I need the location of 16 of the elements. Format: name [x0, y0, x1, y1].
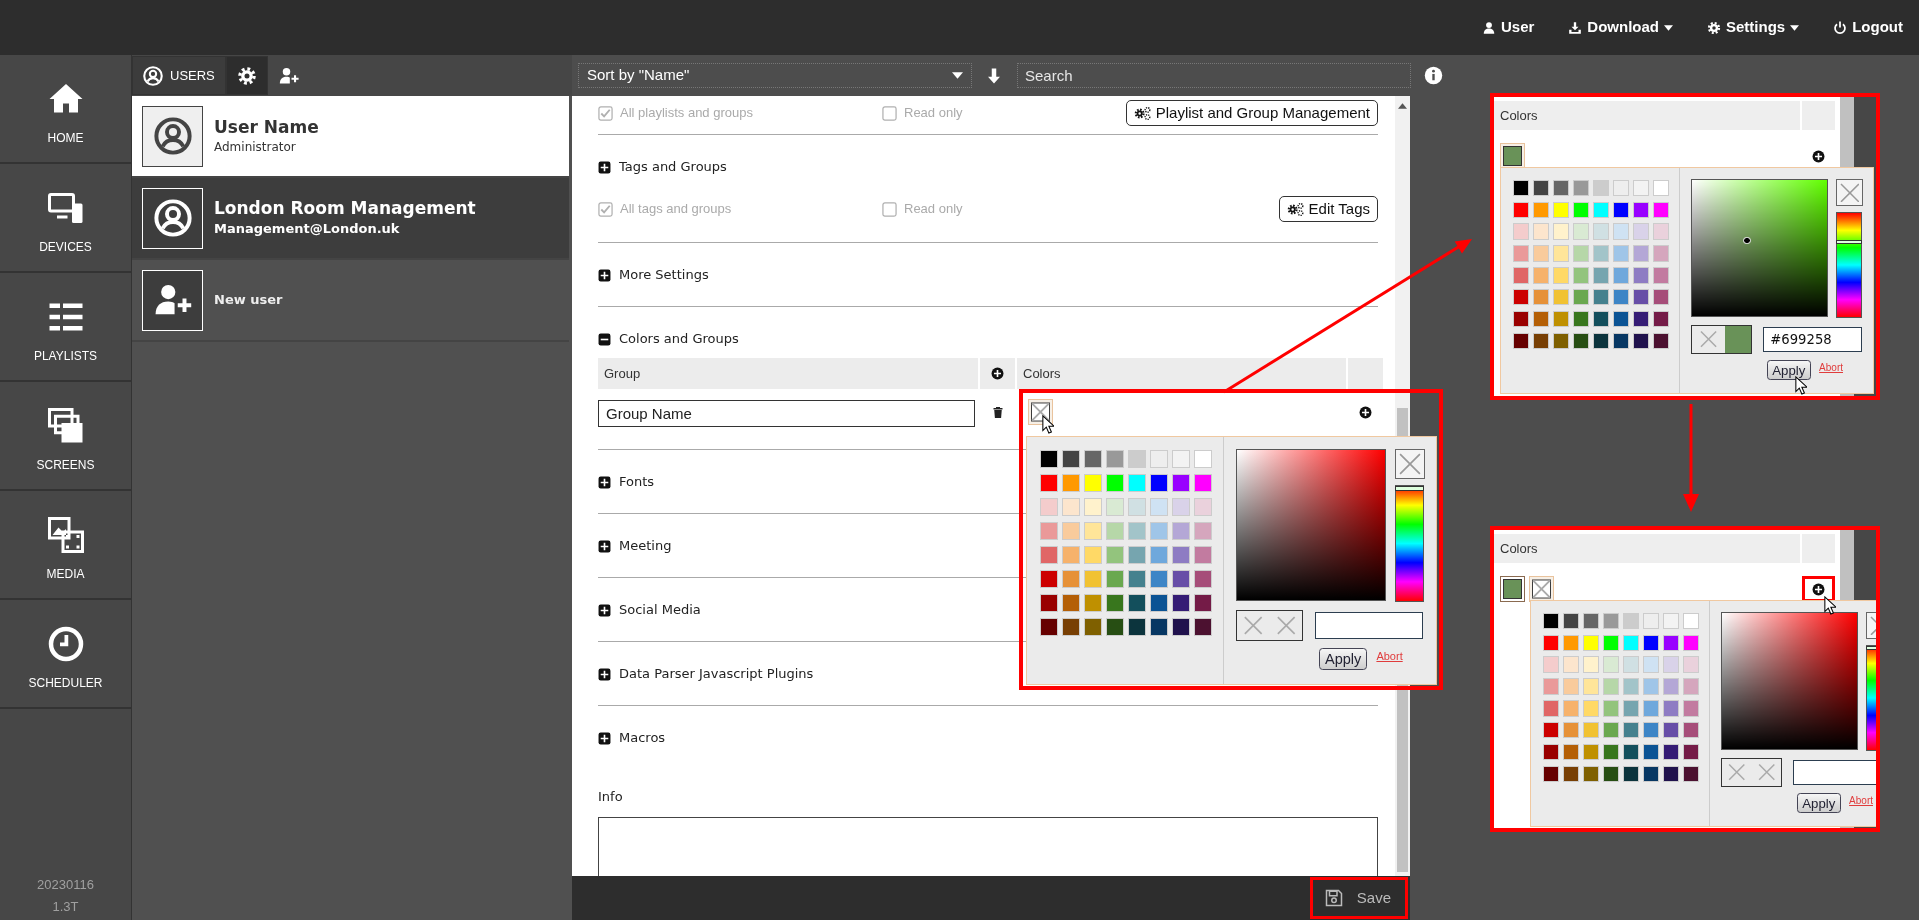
version-text: 20230116 [37, 876, 94, 894]
column-header: Group [598, 358, 978, 389]
checkbox-label: Read only [904, 200, 963, 219]
column-header: Colors [1017, 358, 1346, 389]
column-header: Colors [1494, 101, 1800, 130]
user-name: London Room Management [214, 197, 476, 220]
user-subtitle: Administrator [214, 139, 297, 156]
version-text: 1.3T [52, 898, 79, 916]
field-label: Info [598, 788, 624, 806]
user-name: User Name [214, 116, 319, 138]
checkbox-label: All playlists and groups [620, 104, 753, 123]
checkbox-label: Read only [904, 104, 963, 123]
user-name: New user [214, 291, 283, 309]
column-header: Colors [1494, 534, 1800, 563]
user-subtitle: Management@London.uk [214, 220, 401, 239]
checkbox-label: All tags and groups [620, 200, 732, 219]
